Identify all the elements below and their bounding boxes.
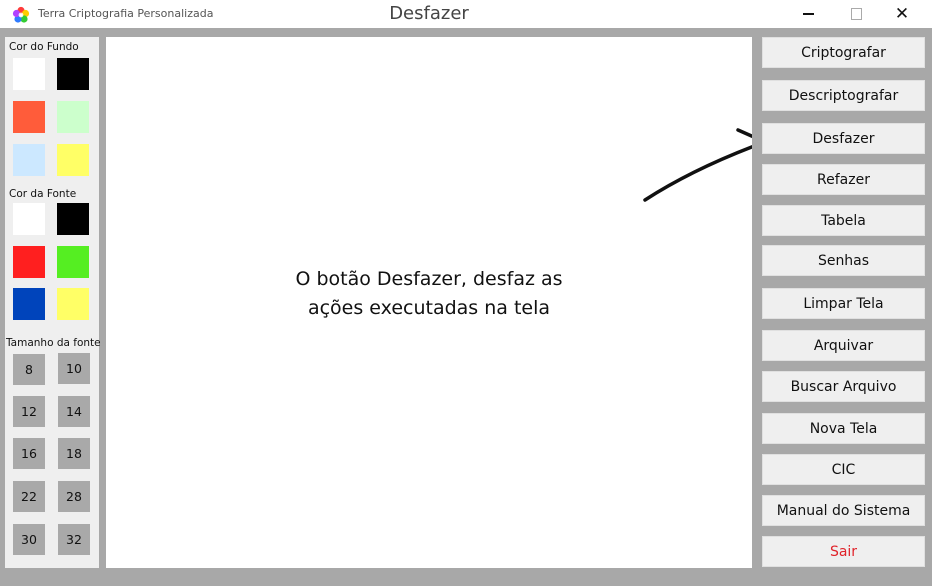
text-canvas[interactable]: O botão Desfazer, desfaz as ações execut… [106,37,752,568]
font-color-label: Cor da Fonte [9,188,77,200]
window-title: Desfazer [389,3,469,24]
font-swatch-blue[interactable] [13,288,45,320]
passwords-button[interactable]: Senhas [762,245,925,276]
title-bar: Terra Criptografia Personalizada Desfaze… [0,0,932,28]
font-size-button[interactable]: 28 [58,481,90,512]
font-swatch-red[interactable] [13,246,45,278]
background-swatch-black[interactable] [57,58,89,90]
new-screen-button[interactable]: Nova Tela [762,413,925,444]
formatting-panel: Cor do Fundo Cor da Fonte Tamanho da fon… [5,37,101,568]
background-swatch-white[interactable] [13,58,45,90]
search-file-button[interactable]: Buscar Arquivo [762,371,925,402]
font-size-button[interactable]: 8 [13,354,45,385]
system-manual-button[interactable]: Manual do Sistema [762,495,925,526]
maximize-button[interactable] [836,3,876,25]
close-button[interactable]: ✕ [882,3,922,25]
undo-button[interactable]: Desfazer [762,123,925,154]
font-swatch-black[interactable] [57,203,89,235]
arrow-annotation-icon [643,128,752,202]
font-size-button[interactable]: 14 [58,396,90,427]
font-size-button[interactable]: 10 [58,353,90,384]
cic-button[interactable]: CIC [762,454,925,485]
font-size-button[interactable]: 16 [13,438,45,469]
background-swatch-orange[interactable] [13,101,45,133]
archive-button[interactable]: Arquivar [762,330,925,361]
background-swatch-mint[interactable] [57,101,89,133]
exit-button[interactable]: Sair [762,536,925,567]
minimize-button[interactable] [788,3,828,25]
font-size-button[interactable]: 22 [13,481,45,512]
font-size-button[interactable]: 32 [58,524,90,555]
font-swatch-yellow[interactable] [57,288,89,320]
font-swatch-green[interactable] [57,246,89,278]
redo-button[interactable]: Refazer [762,164,925,195]
font-size-button[interactable]: 12 [13,396,45,427]
clear-screen-button[interactable]: Limpar Tela [762,288,925,319]
table-button[interactable]: Tabela [762,205,925,236]
encrypt-button[interactable]: Criptografar [762,37,925,68]
background-swatch-light-blue[interactable] [13,144,45,176]
font-swatch-white[interactable] [13,203,45,235]
background-swatch-yellow[interactable] [57,144,89,176]
font-size-label: Tamanho da fonte [6,337,101,349]
decrypt-button[interactable]: Descriptografar [762,80,925,111]
font-size-button[interactable]: 18 [58,438,90,469]
font-size-button[interactable]: 30 [13,524,45,555]
background-color-label: Cor do Fundo [9,41,79,53]
